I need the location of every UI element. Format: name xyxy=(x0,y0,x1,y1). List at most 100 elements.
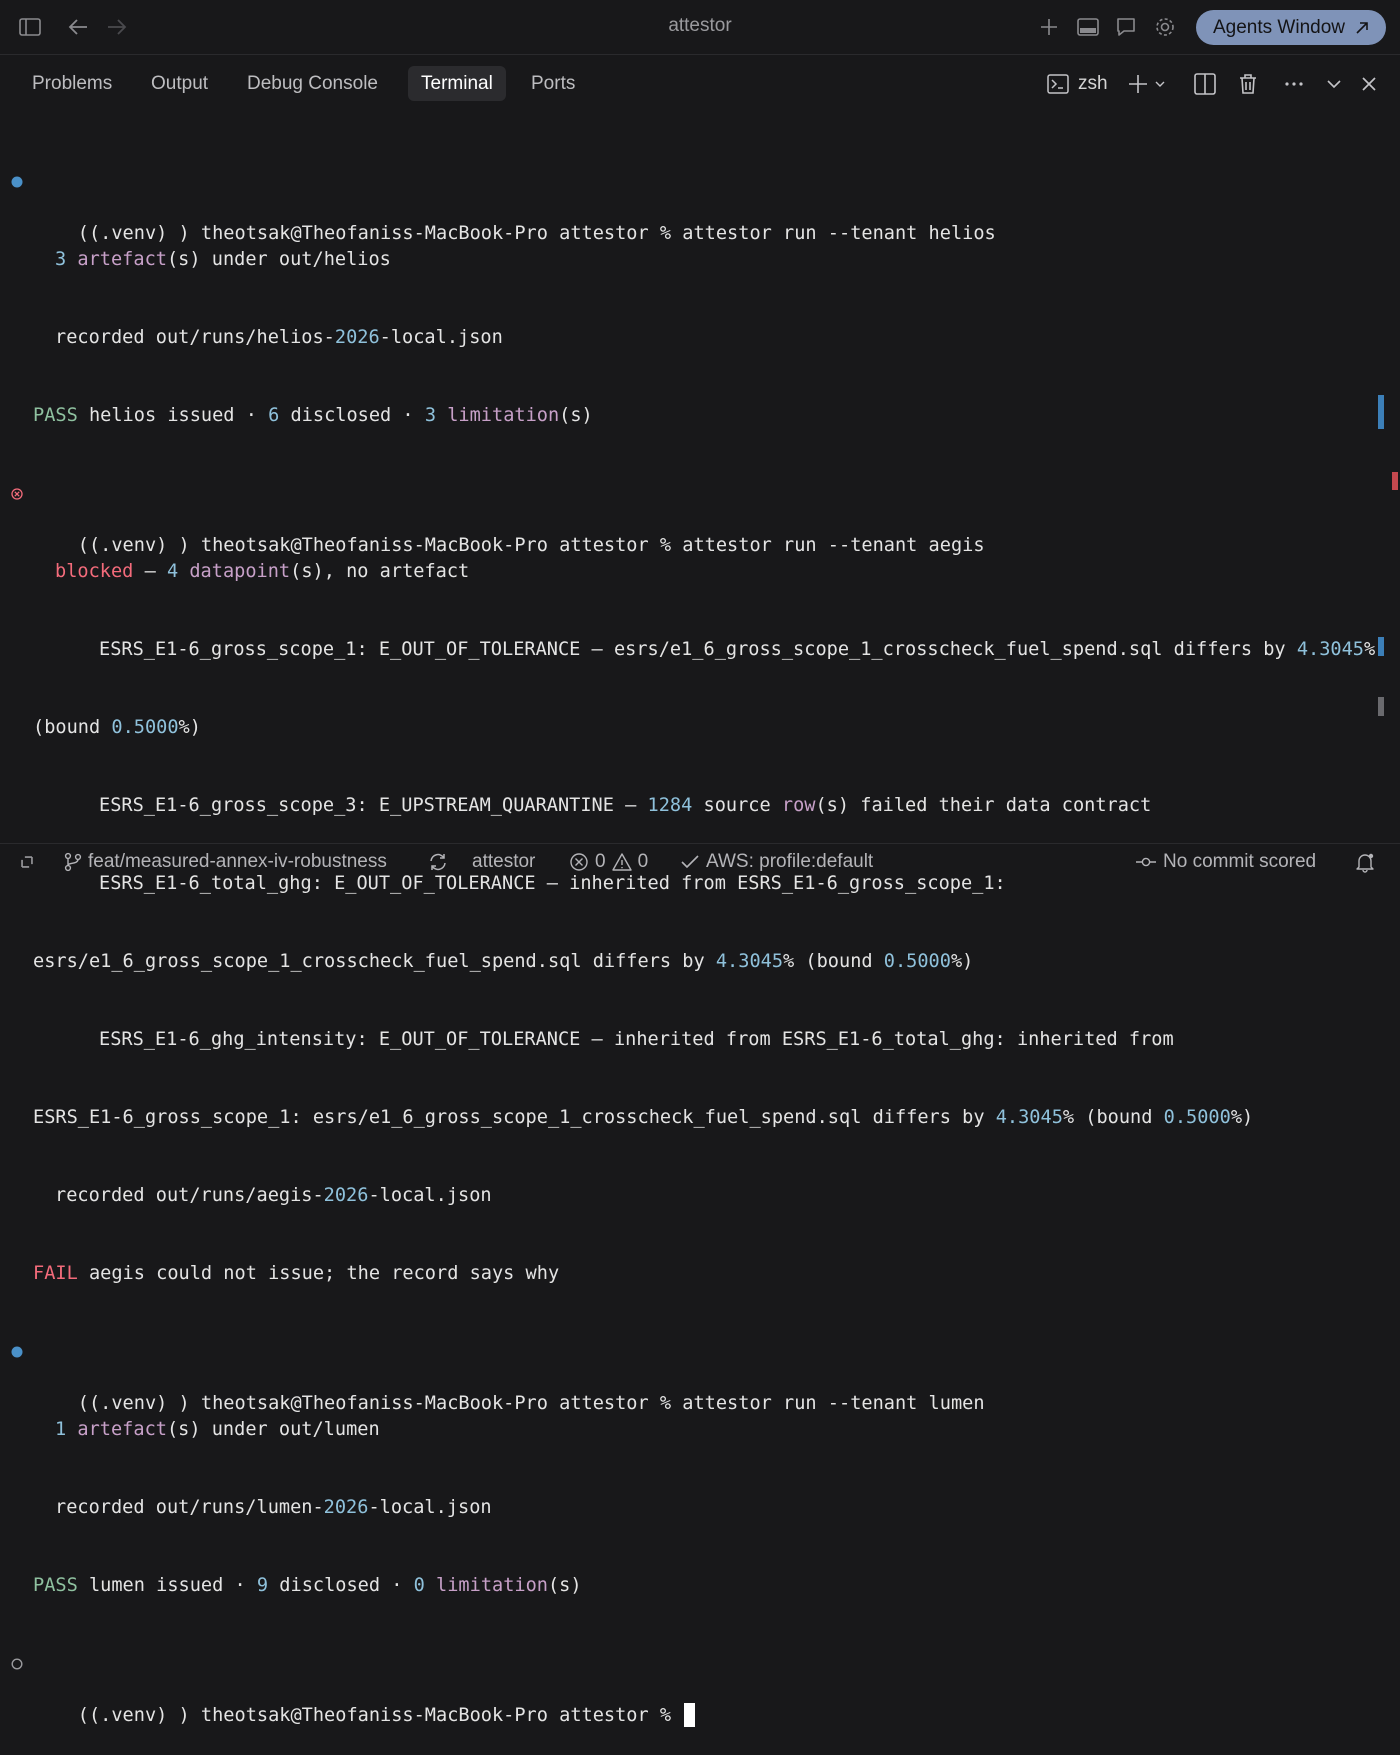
agents-window-label: Agents Window xyxy=(1212,16,1345,38)
terminal-line: ESRS_E1-6_ghg_intensity: E_OUT_OF_TOLERA… xyxy=(0,1027,1376,1053)
number: 6 xyxy=(268,405,280,426)
number: 1 xyxy=(55,1419,67,1440)
scrollbar-marker xyxy=(1378,637,1384,656)
keyword: artefact xyxy=(77,249,167,270)
keyword: row xyxy=(781,795,816,816)
number: 0.5000 xyxy=(883,951,951,972)
command-pending-circle-icon[interactable] xyxy=(11,1658,23,1670)
more-actions-icon[interactable] xyxy=(1284,70,1304,98)
text: disclosed · xyxy=(279,405,425,426)
text: ESRS_E1-6_ghg_intensity: E_OUT_OF_TOLERA… xyxy=(99,1029,1174,1050)
error-count: 0 xyxy=(595,851,606,872)
tab-output[interactable]: Output xyxy=(138,66,221,101)
command: attestor run --tenant lumen xyxy=(682,1393,985,1414)
command-error-icon[interactable] xyxy=(11,488,23,500)
text: (s) under out/lumen xyxy=(166,1419,380,1440)
tab-debug-console[interactable]: Debug Console xyxy=(234,66,391,101)
scrollbar-error-marker xyxy=(1392,472,1398,490)
number: 0 xyxy=(413,1575,425,1596)
text: ESRS_E1-6_gross_scope_1: esrs/e1_6_gross… xyxy=(33,1107,996,1128)
tab-problems[interactable]: Problems xyxy=(19,66,125,101)
text: -local.json xyxy=(379,327,503,348)
number: 9 xyxy=(256,1575,269,1596)
terminal-output[interactable]: ((.venv) ) theotsak@Theofaniss-MacBook-P… xyxy=(0,117,1376,1727)
back-arrow-icon[interactable] xyxy=(65,14,91,40)
new-terminal-button[interactable] xyxy=(1127,70,1165,98)
plus-icon[interactable] xyxy=(1036,14,1062,40)
commit-score-label: No commit scored xyxy=(1163,851,1317,872)
chat-icon[interactable] xyxy=(1113,14,1139,40)
text: -local.json xyxy=(368,1185,492,1206)
number: 2026 xyxy=(334,327,380,348)
text: helios issued · xyxy=(77,405,269,426)
check-icon xyxy=(681,855,699,869)
settings-gear-icon[interactable] xyxy=(1152,14,1178,40)
keyword: artefact xyxy=(66,1419,167,1440)
window-title: attestor xyxy=(668,15,732,36)
number: 4.3045 xyxy=(995,1107,1063,1128)
remote-indicator-icon[interactable] xyxy=(17,850,37,874)
fail-status: FAIL xyxy=(33,1263,78,1284)
text: recorded out/runs/lumen- xyxy=(55,1497,324,1518)
tab-terminal[interactable]: Terminal xyxy=(408,66,506,101)
warning-count: 0 xyxy=(637,851,649,872)
agents-window-button[interactable]: Agents Window xyxy=(1196,10,1386,45)
branch-indicator[interactable]: feat/measured-annex-iv-robustness xyxy=(64,850,387,874)
terminal-cursor xyxy=(684,1703,696,1727)
number: 4 xyxy=(166,561,179,582)
sync-icon[interactable] xyxy=(427,850,449,874)
command-success-dot-icon[interactable] xyxy=(11,1346,23,1358)
notifications-bell-icon[interactable] xyxy=(1354,850,1376,874)
text: ESRS_E1-6_gross_scope_3: E_UPSTREAM_QUAR… xyxy=(99,795,648,816)
text: (s), no artefact xyxy=(290,561,470,582)
split-terminal-icon[interactable] xyxy=(1194,70,1216,98)
number: 0.5000 xyxy=(1163,1107,1231,1128)
trash-icon[interactable] xyxy=(1238,70,1258,98)
terminal-shell-selector[interactable]: zsh xyxy=(1047,70,1108,98)
number: 2026 xyxy=(323,1185,369,1206)
text: ESRS_E1-6_gross_scope_1: E_OUT_OF_TOLERA… xyxy=(99,639,1297,660)
close-panel-icon[interactable] xyxy=(1361,70,1377,98)
command-success-dot-icon[interactable] xyxy=(11,176,23,188)
number: 2026 xyxy=(323,1497,369,1518)
text: lumen issued · xyxy=(77,1575,257,1596)
text: recorded out/runs/helios- xyxy=(55,327,335,348)
number: 3 xyxy=(424,405,437,426)
problems-indicator[interactable]: 0 0 xyxy=(569,850,648,874)
terminal-icon xyxy=(1047,74,1069,94)
prompt: ((.venv) ) theotsak@Theofaniss-MacBook-P… xyxy=(77,223,683,244)
number: 4.3045 xyxy=(1296,639,1364,660)
error-circle-icon xyxy=(570,853,588,871)
number: 1284 xyxy=(647,795,693,816)
pass-status: PASS xyxy=(33,1575,78,1596)
text: — xyxy=(133,561,167,582)
blocked-status: blocked xyxy=(55,561,134,582)
panel-tab-bar: Problems Output Debug Console Terminal P… xyxy=(0,56,1400,112)
git-branch-icon xyxy=(64,852,82,872)
prompt: ((.venv) ) theotsak@Theofaniss-MacBook-P… xyxy=(77,1393,683,1414)
terminal-line: ((.venv) ) theotsak@Theofaniss-MacBook-P… xyxy=(0,1339,1376,1414)
terminal-line: ESRS_E1-6_gross_scope_3: E_UPSTREAM_QUAR… xyxy=(0,793,1376,819)
text: (s) under out/helios xyxy=(166,249,391,270)
text: (s) xyxy=(559,405,593,426)
commit-score-indicator[interactable]: No commit scored xyxy=(1135,850,1316,874)
toggle-panel-icon[interactable] xyxy=(1075,14,1101,40)
keyword: limitation xyxy=(424,1575,548,1596)
scrollbar-thumb[interactable] xyxy=(1378,697,1384,716)
terminal-line: ((.venv) ) theotsak@Theofaniss-MacBook-P… xyxy=(0,481,1376,556)
text: %) xyxy=(1230,1107,1254,1128)
aws-profile-indicator[interactable]: AWS: profile:default xyxy=(680,850,873,874)
status-bar: feat/measured-annex-iv-robustness attest… xyxy=(0,843,1400,879)
terminal-line: (bound 0.5000%) xyxy=(0,715,1376,741)
workspace-name[interactable]: attestor xyxy=(472,850,535,874)
terminal-line: FAIL aegis could not issue; the record s… xyxy=(0,1261,1376,1287)
text: esrs/e1_6_gross_scope_1_crosscheck_fuel_… xyxy=(33,951,716,972)
maximize-panel-chevron-icon[interactable] xyxy=(1326,70,1342,98)
text: %) xyxy=(950,951,974,972)
aws-profile-label: AWS: profile:default xyxy=(706,851,874,872)
forward-arrow-icon[interactable] xyxy=(104,14,130,40)
keyword: datapoint xyxy=(178,561,291,582)
tab-ports[interactable]: Ports xyxy=(518,66,588,101)
toggle-sidebar-icon[interactable] xyxy=(17,14,43,40)
chevron-down-icon xyxy=(1155,81,1165,87)
